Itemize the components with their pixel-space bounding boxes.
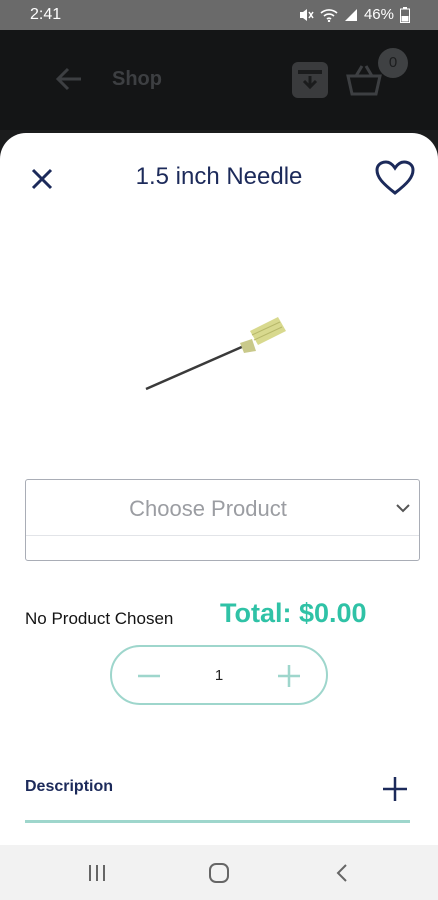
plus-icon[interactable]: [382, 776, 408, 802]
heart-icon[interactable]: [374, 159, 416, 197]
mute-icon: [299, 8, 314, 21]
product-select-field[interactable]: Choose Product: [26, 480, 419, 536]
wifi-icon: [320, 8, 338, 22]
product-title: 1.5 inch Needle: [135, 163, 303, 190]
page-title: Shop: [112, 68, 162, 90]
status-time: 2:41: [30, 6, 62, 23]
status-icons: 46%: [298, 6, 410, 23]
arrow-left-icon[interactable]: [54, 64, 84, 94]
needle-image: [145, 317, 286, 391]
product-select-placeholder: Choose Product: [129, 496, 287, 521]
quantity-stepper: 1: [110, 645, 328, 705]
cart-count-badge: 0: [378, 48, 408, 78]
description-accordion[interactable]: Description: [25, 763, 410, 823]
status-bar: 2:41 46%: [0, 0, 438, 30]
selection-status: No Product Chosen: [25, 609, 174, 628]
battery-label: 46%: [363, 6, 394, 23]
chevron-down-icon: [396, 504, 410, 513]
app-header: Shop 0: [0, 30, 438, 130]
signal-icon: [344, 8, 357, 21]
battery-icon: [400, 6, 410, 23]
total-price: Total: $0.00: [220, 598, 367, 628]
recent-apps-icon[interactable]: [86, 862, 108, 884]
system-nav-bar: [0, 845, 438, 900]
description-label: Description: [25, 778, 114, 795]
plus-icon[interactable]: [276, 663, 302, 689]
product-select[interactable]: Choose Product: [25, 479, 420, 561]
back-icon[interactable]: [332, 862, 354, 884]
download-button[interactable]: [292, 62, 328, 98]
download-icon: [298, 70, 322, 90]
home-icon[interactable]: [208, 862, 230, 884]
product-sheet: 1.5 inch Needle Choose Product No Produc…: [0, 133, 438, 845]
